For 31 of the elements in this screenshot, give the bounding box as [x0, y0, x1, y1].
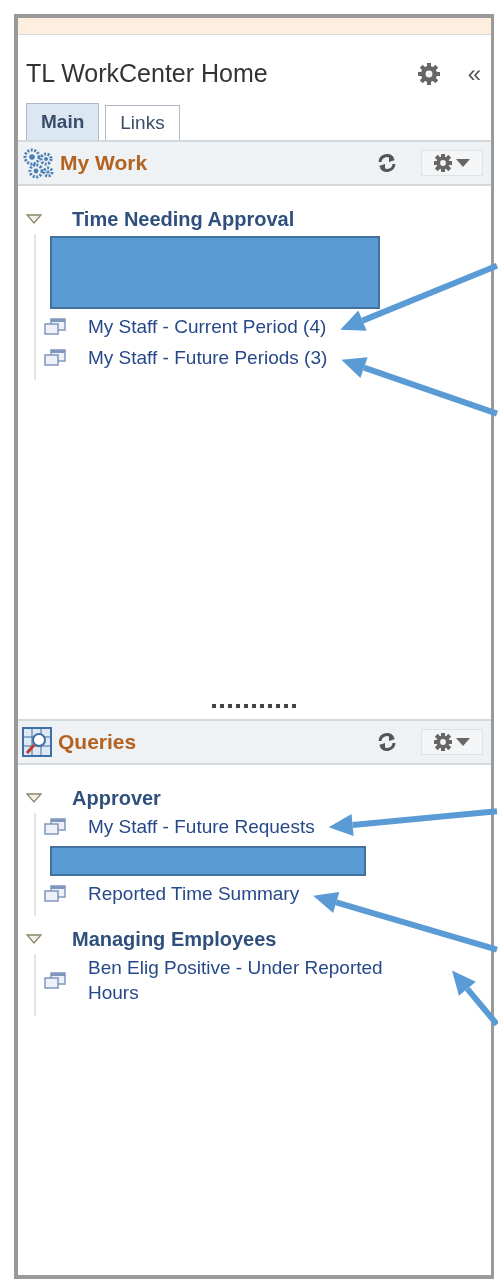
splitter-handle[interactable] [211, 704, 298, 708]
settings-icon [434, 154, 452, 172]
menu-link[interactable]: My Staff - Current Period (4) [88, 315, 327, 340]
menu-link[interactable]: Reported Time Summary [88, 881, 300, 907]
pagelet-title: Queries [58, 729, 138, 756]
gears-icon [22, 147, 54, 179]
collapse-button[interactable]: « [467, 61, 481, 86]
page-title: TL WorkCenter Home [26, 58, 269, 89]
window-link-icon [44, 349, 66, 368]
refresh-icon[interactable] [377, 732, 397, 752]
magnifier-grid-icon [22, 727, 52, 757]
group-label[interactable]: Approver [72, 783, 161, 813]
caret-icon [456, 159, 470, 167]
options-button[interactable] [421, 729, 483, 755]
window-link-icon [44, 818, 66, 837]
settings-icon [434, 733, 452, 751]
pagelet-title: My Work [60, 150, 149, 177]
group-label[interactable]: Managing Employees [72, 924, 277, 955]
window-link-icon [44, 972, 66, 991]
menu-link[interactable]: Ben Elig Positive - Under Reported Hours [88, 956, 438, 1006]
menu-link[interactable]: My Staff - Future Requests [88, 815, 315, 840]
options-button[interactable] [421, 150, 483, 176]
group-label[interactable]: Time Needing Approval [72, 204, 295, 234]
tab[interactable]: Main [26, 102, 100, 140]
refresh-icon[interactable] [377, 153, 397, 173]
menu-link[interactable]: My Staff - Future Periods (3) [88, 345, 328, 371]
tab[interactable]: Links [105, 104, 180, 140]
caret-icon [456, 738, 470, 746]
settings-icon[interactable] [417, 62, 440, 85]
window-link-icon [44, 885, 66, 904]
window-link-icon [44, 318, 66, 337]
